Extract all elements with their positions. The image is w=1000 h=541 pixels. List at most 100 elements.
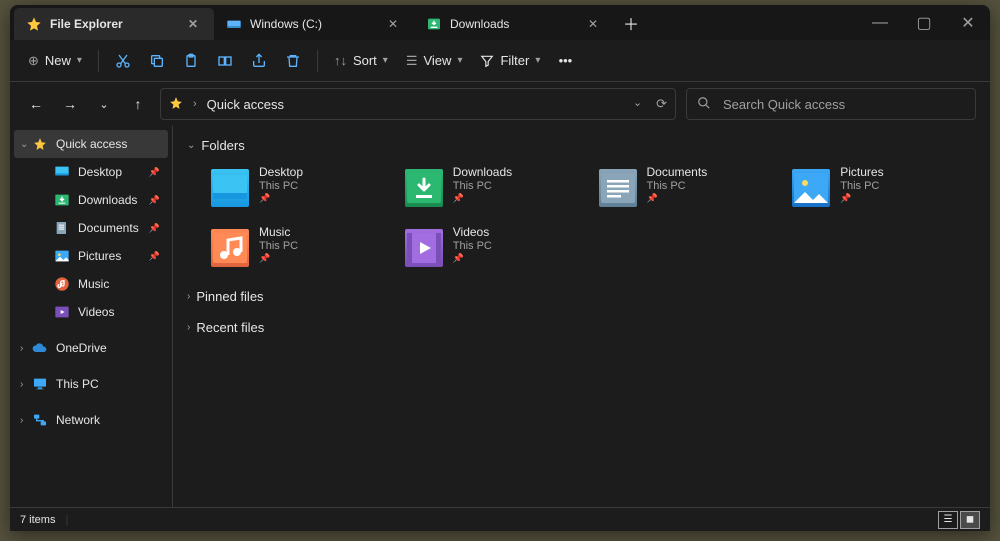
chevron-down-icon: ▾: [383, 55, 388, 66]
pictures-folder-icon: [792, 169, 830, 207]
paste-button[interactable]: [175, 46, 207, 76]
tab-label: Downloads: [450, 17, 584, 31]
close-icon[interactable]: ✕: [184, 15, 202, 33]
tab-downloads[interactable]: Downloads ✕: [414, 8, 614, 40]
sidebar-item-downloads[interactable]: Downloads 📌: [14, 186, 168, 214]
pictures-icon: [54, 248, 70, 264]
folder-name: Downloads: [453, 165, 512, 179]
folder-location: This PC: [453, 240, 492, 252]
chevron-right-icon: ›: [20, 343, 23, 354]
search-box[interactable]: [686, 88, 976, 120]
refresh-icon[interactable]: ⟳: [656, 96, 667, 112]
download-icon: [426, 16, 442, 32]
documents-icon: [54, 220, 70, 236]
sidebar-item-music[interactable]: Music: [14, 270, 168, 298]
forward-button[interactable]: →: [58, 92, 82, 116]
new-tab-button[interactable]: ＋: [614, 6, 648, 40]
close-icon[interactable]: ✕: [584, 15, 602, 33]
folder-music[interactable]: MusicThis PC📌: [209, 223, 395, 277]
tab-label: File Explorer: [50, 17, 184, 31]
minimize-button[interactable]: —: [858, 5, 902, 40]
folder-location: This PC: [840, 180, 883, 192]
star-icon: [26, 16, 42, 32]
view-label: View: [423, 53, 451, 68]
folder-pictures[interactable]: PicturesThis PC📌: [790, 163, 976, 217]
close-window-button[interactable]: ✕: [946, 5, 990, 40]
sidebar-item-documents[interactable]: Documents 📌: [14, 214, 168, 242]
dropdown-icon[interactable]: ⌄: [633, 96, 642, 112]
back-button[interactable]: ←: [24, 92, 48, 116]
sidebar-item-label: Downloads: [78, 193, 137, 207]
navigation-bar: ← → ⌄ ↑ › Quick access ⌄ ⟳: [10, 82, 990, 126]
section-label: Folders: [201, 138, 244, 153]
sidebar-item-label: This PC: [56, 377, 99, 391]
copy-button[interactable]: [141, 46, 173, 76]
music-icon: [54, 276, 70, 292]
separator: [317, 50, 318, 72]
address-bar[interactable]: › Quick access ⌄ ⟳: [160, 88, 676, 120]
sidebar-item-desktop[interactable]: Desktop 📌: [14, 158, 168, 186]
view-details-button[interactable]: ☰: [938, 511, 958, 529]
folder-downloads[interactable]: DownloadsThis PC📌: [403, 163, 589, 217]
chevron-right-icon: ›: [20, 415, 23, 426]
videos-icon: [54, 304, 70, 320]
sidebar: ⌄ Quick access Desktop 📌 Downloads 📌 Doc…: [10, 126, 173, 507]
sidebar-item-label: Videos: [78, 305, 114, 319]
section-folders[interactable]: ⌄ Folders: [187, 134, 976, 163]
sidebar-item-network[interactable]: › Network: [14, 406, 168, 434]
share-button[interactable]: [243, 46, 275, 76]
sidebar-item-quick-access[interactable]: ⌄ Quick access: [14, 130, 168, 158]
view-button[interactable]: ☰ View ▾: [398, 46, 471, 76]
tab-file-explorer[interactable]: File Explorer ✕: [14, 8, 214, 40]
search-input[interactable]: [721, 96, 965, 113]
toolbar: ⊕ New ▾ ↑↓ Sort ▾ ☰ View ▾ Filter ▾ •••: [10, 40, 990, 82]
cut-button[interactable]: [107, 46, 139, 76]
folder-location: This PC: [453, 180, 512, 192]
new-button[interactable]: ⊕ New ▾: [20, 46, 90, 76]
filter-button[interactable]: Filter ▾: [472, 46, 548, 76]
music-folder-icon: [211, 229, 249, 267]
sort-button[interactable]: ↑↓ Sort ▾: [326, 46, 396, 76]
sidebar-item-videos[interactable]: Videos: [14, 298, 168, 326]
section-pinned-files[interactable]: › Pinned files: [187, 285, 976, 314]
rename-button[interactable]: [209, 46, 241, 76]
tab-windows-c[interactable]: Windows (C:) ✕: [214, 8, 414, 40]
sidebar-item-label: Music: [78, 277, 109, 291]
sidebar-item-label: Network: [56, 413, 100, 427]
window-controls: — ▢ ✕: [858, 5, 990, 40]
folder-name: Videos: [453, 225, 492, 239]
folder-desktop[interactable]: DesktopThis PC📌: [209, 163, 395, 217]
delete-button[interactable]: [277, 46, 309, 76]
more-button[interactable]: •••: [550, 46, 580, 76]
star-icon: [169, 96, 183, 113]
maximize-button[interactable]: ▢: [902, 5, 946, 40]
folder-videos[interactable]: VideosThis PC📌: [403, 223, 589, 277]
chevron-down-icon: ▾: [457, 55, 462, 66]
address-location: Quick access: [207, 97, 284, 112]
filter-label: Filter: [500, 53, 529, 68]
new-label: New: [45, 53, 71, 68]
body: ⌄ Quick access Desktop 📌 Downloads 📌 Doc…: [10, 126, 990, 507]
drive-icon: [226, 16, 242, 32]
close-icon[interactable]: ✕: [384, 15, 402, 33]
folder-location: This PC: [259, 240, 298, 252]
sidebar-item-pictures[interactable]: Pictures 📌: [14, 242, 168, 270]
sidebar-item-label: Desktop: [78, 165, 122, 179]
pin-icon: 📌: [647, 193, 708, 204]
history-button[interactable]: ⌄: [92, 92, 116, 116]
folder-documents[interactable]: DocumentsThis PC📌: [597, 163, 783, 217]
status-items-count: 7 items: [20, 514, 55, 526]
sort-icon: ↑↓: [334, 53, 347, 68]
folder-location: This PC: [259, 180, 303, 192]
pin-icon: 📌: [453, 193, 512, 204]
folders-grid: DesktopThis PC📌DownloadsThis PC📌Document…: [187, 163, 976, 277]
sidebar-item-this-pc[interactable]: › This PC: [14, 370, 168, 398]
sidebar-item-label: Pictures: [78, 249, 121, 263]
view-tiles-button[interactable]: ◼: [960, 511, 980, 529]
chevron-down-icon: ▾: [535, 55, 540, 66]
up-button[interactable]: ↑: [126, 92, 150, 116]
downloads-icon: [54, 192, 70, 208]
section-recent-files[interactable]: › Recent files: [187, 316, 976, 345]
sidebar-item-onedrive[interactable]: › OneDrive: [14, 334, 168, 362]
pin-icon: 📌: [149, 223, 160, 234]
